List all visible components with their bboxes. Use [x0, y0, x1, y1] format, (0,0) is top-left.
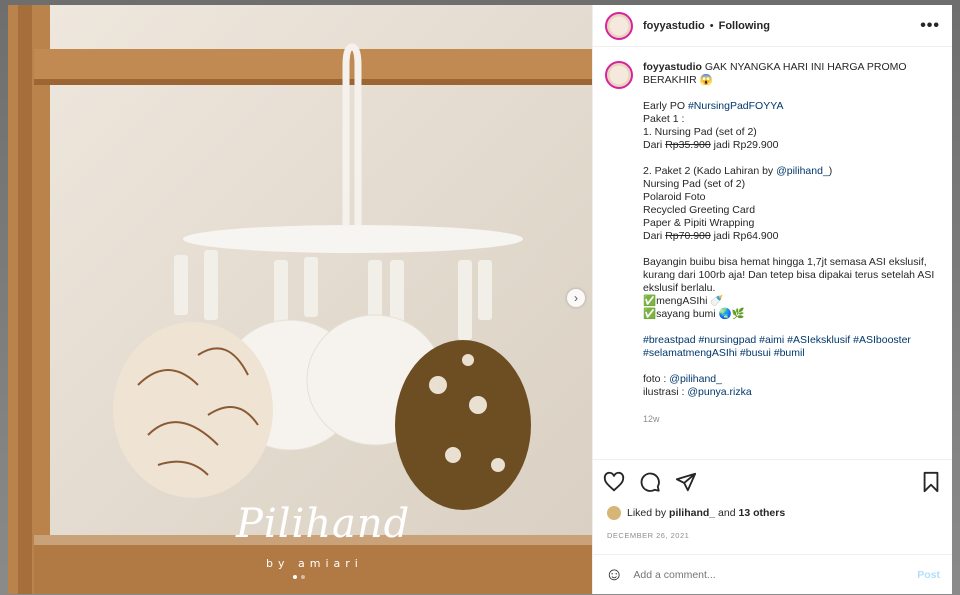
old-price: Rp35.900: [665, 139, 711, 151]
following-button[interactable]: Following: [719, 20, 770, 32]
likes-summary: Liked by pilihand_ and 13 others: [593, 503, 952, 523]
comment-bar: ☺ Post: [593, 554, 952, 594]
post-comment-button[interactable]: Post: [917, 569, 940, 581]
caption-line: Early PO: [643, 100, 686, 112]
caption-line: ✅mengASIhi 🍼: [643, 295, 724, 307]
caption-username[interactable]: foyyastudio: [643, 61, 702, 73]
carousel-dot-active: [293, 575, 297, 579]
share-icon[interactable]: [675, 471, 697, 493]
heart-icon[interactable]: [603, 471, 625, 493]
caption-paragraph: Bayangin buibu bisa hemat hingga 1,7jt s…: [643, 256, 935, 294]
action-bar: [593, 459, 952, 503]
bookmark-icon[interactable]: [920, 471, 942, 493]
caption-line: Dari: [643, 230, 663, 242]
carousel-dot: [301, 575, 305, 579]
mention-link[interactable]: @punya.rizka: [687, 386, 751, 398]
hashtag-link[interactable]: #NursingPadFOYYA: [688, 100, 784, 112]
post-sidebar: foyyastudio • Following ••• foyyastudio …: [592, 5, 952, 594]
more-options-icon[interactable]: •••: [920, 17, 940, 35]
post-date[interactable]: DECEMBER 26, 2021: [593, 523, 952, 554]
caption-line: ilustrasi :: [643, 386, 685, 398]
mention-link[interactable]: @pilihand_: [669, 373, 722, 385]
caption-line: Dari: [643, 139, 663, 151]
caption-line: ): [828, 165, 833, 177]
caption-line: jadi Rp64.900: [713, 230, 779, 242]
liked-by-and: and: [718, 507, 736, 519]
comment-icon[interactable]: [639, 471, 661, 493]
post-modal: Pilihand by amiari › foyyastudio • Follo…: [8, 5, 952, 594]
header-username[interactable]: foyyastudio: [643, 20, 705, 32]
emoji-icon[interactable]: ☺: [605, 564, 623, 585]
liked-by-others[interactable]: 13 others: [739, 507, 786, 519]
separator-dot: •: [709, 19, 714, 32]
time-ago[interactable]: 12w: [643, 413, 940, 426]
avatar[interactable]: [605, 11, 633, 40]
caption-line: foto :: [643, 373, 667, 385]
carousel-dots: [293, 575, 305, 579]
chevron-right-icon[interactable]: ›: [567, 289, 585, 307]
caption-line: ✅sayang bumi 🌏🌿: [643, 308, 745, 320]
caption-avatar[interactable]: [605, 61, 633, 89]
old-price: Rp70.900: [665, 230, 711, 242]
liker-avatar[interactable]: [607, 506, 621, 520]
hashtags[interactable]: #breastpad #nursingpad #aimi #ASIeksklus…: [643, 334, 940, 360]
caption-line: 2. Paket 2 (Kado Lahiran by: [643, 165, 774, 177]
caption-line: Paper & Pipiti Wrapping: [643, 217, 755, 229]
caption-line: Polaroid Foto: [643, 191, 706, 203]
mention-link[interactable]: @pilihand_: [776, 165, 829, 177]
caption-line: jadi Rp29.900: [713, 139, 779, 151]
liked-by-prefix: Liked by: [627, 507, 667, 519]
photo-watermark-subtitle: by amiari: [266, 557, 363, 570]
caption-line: Nursing Pad (set of 2): [643, 178, 746, 190]
post-photo[interactable]: Pilihand by amiari ›: [8, 5, 592, 594]
liked-by-user[interactable]: pilihand_: [669, 507, 715, 519]
caption: foyyastudio GAK NYANGKA HARI INI HARGA P…: [643, 61, 940, 459]
caption-emoji: 😱: [699, 74, 713, 86]
post-header: foyyastudio • Following •••: [593, 5, 952, 47]
caption-line: 1. Nursing Pad (set of 2): [643, 126, 757, 138]
caption-area: foyyastudio GAK NYANGKA HARI INI HARGA P…: [593, 47, 952, 459]
caption-line: Recycled Greeting Card: [643, 204, 756, 216]
photo-watermark-title: Pilihand: [236, 501, 411, 547]
caption-line: Paket 1 :: [643, 113, 685, 125]
comment-input[interactable]: [633, 568, 918, 581]
